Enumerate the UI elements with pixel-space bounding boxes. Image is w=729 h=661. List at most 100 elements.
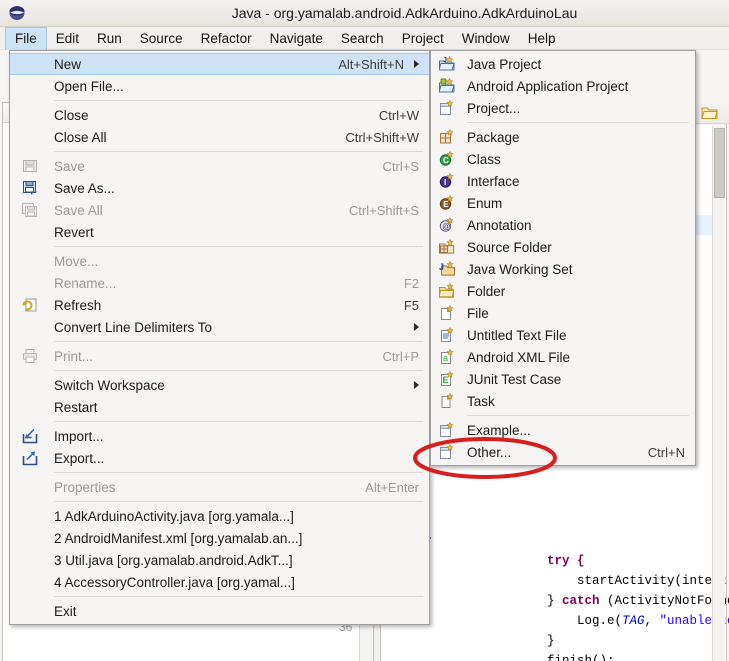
- menu-item-label: Java Working Set: [467, 262, 685, 277]
- source-folder-icon: [439, 239, 455, 255]
- svg-text:J: J: [439, 262, 444, 272]
- menu-item-example[interactable]: Example...: [431, 419, 695, 441]
- menu-item-shortcut: Ctrl+Shift+S: [349, 203, 419, 218]
- menu-item-package[interactable]: Package: [431, 126, 695, 148]
- code-line: try {: [547, 551, 585, 571]
- menu-item-open-file[interactable]: Open File...: [10, 75, 429, 97]
- menu-item-label: File: [467, 306, 685, 321]
- save-all-icon-disabled: [22, 202, 38, 218]
- menu-item-android-xml-file[interactable]: aAndroid XML File: [431, 346, 695, 368]
- menu-item-source-folder[interactable]: Source Folder: [431, 236, 695, 258]
- menu-item-label: Enum: [467, 196, 685, 211]
- menu-item-restart[interactable]: Restart: [10, 396, 429, 418]
- menu-item-properties: PropertiesAlt+Enter: [10, 476, 429, 498]
- menu-item-4-accessorycontroller-java-org-yamal[interactable]: 4 AccessoryController.java [org.yamal...…: [10, 571, 429, 593]
- svg-text:E: E: [443, 200, 449, 209]
- toolbar: [694, 100, 729, 124]
- menu-item-export[interactable]: Export...: [10, 447, 429, 469]
- menubar-item-help[interactable]: Help: [519, 27, 565, 50]
- menu-item-label: Other...: [467, 445, 624, 460]
- menu-item-exit[interactable]: Exit: [10, 600, 429, 622]
- menu-item-annotation[interactable]: @Annotation: [431, 214, 695, 236]
- android-project-icon: [439, 78, 455, 94]
- java-project-icon: J: [439, 56, 455, 72]
- menu-item-label: Export...: [54, 451, 419, 466]
- menubar-item-run[interactable]: Run: [88, 27, 131, 50]
- menu-separator: [54, 501, 423, 502]
- menu-item-label: Android Application Project: [467, 79, 685, 94]
- menu-item-shortcut: Ctrl+N: [648, 445, 685, 460]
- menu-item-revert[interactable]: Revert: [10, 221, 429, 243]
- menu-item-enum[interactable]: E Enum: [431, 192, 695, 214]
- menubar-item-source[interactable]: Source: [131, 27, 192, 50]
- menu-item-import[interactable]: Import...: [10, 425, 429, 447]
- menu-item-close-all[interactable]: Close AllCtrl+Shift+W: [10, 126, 429, 148]
- menu-separator: [54, 151, 423, 152]
- menu-item-task[interactable]: Task: [431, 390, 695, 412]
- menubar-item-navigate[interactable]: Navigate: [261, 27, 332, 50]
- menu-item-project[interactable]: Project...: [431, 97, 695, 119]
- java-working-set-icon: J: [439, 261, 455, 277]
- menu-item-shortcut: Ctrl+P: [383, 349, 419, 364]
- editor-scrollbar[interactable]: [712, 126, 725, 661]
- code-line: startActivity(intent);: [577, 571, 729, 591]
- menubar-item-edit[interactable]: Edit: [47, 27, 88, 50]
- eclipse-window: Java - org.yamalab.android.AdkArduino.Ad…: [0, 0, 729, 661]
- menu-item-1-adkarduinoactivity-java-org-yamala[interactable]: 1 AdkArduinoActivity.java [org.yamala...…: [10, 505, 429, 527]
- menu-item-label: Class: [467, 152, 685, 167]
- menu-item-label: Properties: [54, 480, 341, 495]
- menu-item-label: Restart: [54, 400, 419, 415]
- menu-item-label: Task: [467, 394, 685, 409]
- file-menu-popup[interactable]: NewAlt+Shift+NOpen File... CloseCtrl+WClo…: [9, 50, 430, 625]
- menu-item-label: 4 AccessoryController.java [org.yamal...…: [54, 575, 419, 590]
- menu-item-folder[interactable]: Folder: [431, 280, 695, 302]
- menubar-item-project[interactable]: Project: [393, 27, 453, 50]
- menu-item-convert-line-delimiters-to[interactable]: Convert Line Delimiters To: [10, 316, 429, 338]
- menu-separator: [54, 596, 423, 597]
- menu-item-2-androidmanifest-xml-org-yamalab-an[interactable]: 2 AndroidManifest.xml [org.yamalab.an...…: [10, 527, 429, 549]
- menu-item-save: SaveCtrl+S: [10, 155, 429, 177]
- menu-item-save-as[interactable]: Save As...: [10, 177, 429, 199]
- menu-item-untitled-text-file[interactable]: Untitled Text File: [431, 324, 695, 346]
- folder-icon: [439, 283, 455, 299]
- menu-item-file[interactable]: File: [431, 302, 695, 324]
- menu-item-3-util-java-org-yamalab-android-adkt[interactable]: 3 Util.java [org.yamalab.android.AdkT...…: [10, 549, 429, 571]
- menu-item-java-project[interactable]: JJava Project: [431, 53, 695, 75]
- menu-item-junit-test-case[interactable]: EJUnit Test Case: [431, 368, 695, 390]
- menubar-item-search[interactable]: Search: [332, 27, 393, 50]
- menu-item-label: 3 Util.java [org.yamalab.android.AdkT...…: [54, 553, 419, 568]
- code-line: } catch (ActivityNotFoundExcep: [547, 591, 729, 611]
- menu-item-java-working-set[interactable]: J Java Working Set: [431, 258, 695, 280]
- menu-item-refresh[interactable]: RefreshF5: [10, 294, 429, 316]
- code-line: finish();: [547, 651, 615, 661]
- menu-item-shortcut: Ctrl+Shift+W: [345, 130, 419, 145]
- menu-item-label: Save: [54, 159, 359, 174]
- menu-item-shortcut: F2: [404, 276, 419, 291]
- menu-item-label: 1 AdkArduinoActivity.java [org.yamala...…: [54, 509, 419, 524]
- menu-item-label: Package: [467, 130, 685, 145]
- menu-separator: [54, 246, 423, 247]
- save-icon-disabled: [22, 158, 38, 174]
- menubar-item-file[interactable]: File: [5, 27, 47, 50]
- menu-item-switch-workspace[interactable]: Switch Workspace: [10, 374, 429, 396]
- menu-item-label: Folder: [467, 284, 685, 299]
- export-icon: [22, 450, 38, 466]
- editor-scrollbar-thumb[interactable]: [714, 128, 725, 198]
- svg-text:C: C: [443, 156, 449, 165]
- menu-item-other[interactable]: Other... Ctrl+N: [431, 441, 695, 463]
- svg-text:a: a: [443, 353, 448, 363]
- menu-item-label: Rename...: [54, 276, 380, 291]
- menu-item-shortcut: Alt+Shift+N: [338, 57, 404, 72]
- menu-item-android-application-project[interactable]: Android Application Project: [431, 75, 695, 97]
- menu-item-class[interactable]: C Class: [431, 148, 695, 170]
- menu-item-label: Revert: [54, 225, 419, 240]
- annotation-icon: @: [439, 217, 455, 233]
- new-submenu-popup[interactable]: JJava Project Android Application Project…: [430, 50, 696, 466]
- menu-item-close[interactable]: CloseCtrl+W: [10, 104, 429, 126]
- menubar-item-window[interactable]: Window: [453, 27, 519, 50]
- menu-item-interface[interactable]: IInterface: [431, 170, 695, 192]
- menu-item-new[interactable]: NewAlt+Shift+N: [10, 53, 429, 75]
- submenu-arrow-icon: [414, 60, 419, 68]
- menubar-item-refactor[interactable]: Refactor: [192, 27, 261, 50]
- open-folder-icon[interactable]: [701, 105, 718, 120]
